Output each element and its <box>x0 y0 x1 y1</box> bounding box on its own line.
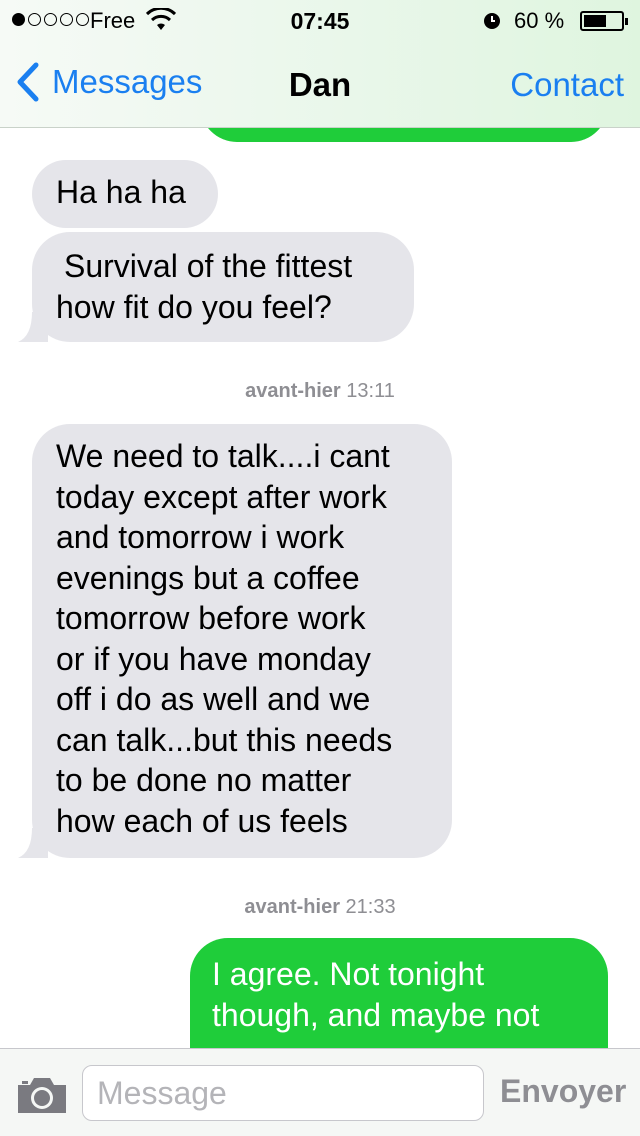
status-bar: Free 07:45 60 % <box>0 0 640 40</box>
message-text-line: how fit do you feel? <box>56 288 332 325</box>
message-text-line: evenings but a coffee <box>56 559 360 596</box>
alarm-icon <box>484 13 500 29</box>
message-text-line: I agree. Not tonight <box>212 956 485 992</box>
message-text-line: though, and maybe not <box>212 996 540 1033</box>
message-thread[interactable]: Ha ha ha Survival of the fittest how fit… <box>0 128 640 1048</box>
timestamp-time: 21:33 <box>345 896 396 918</box>
camera-icon[interactable] <box>16 1075 68 1115</box>
incoming-message-bubble[interactable]: Survival of the fittest how fit do you f… <box>18 232 414 342</box>
message-text-line: off i do as well and we <box>56 681 371 717</box>
message-text-line: how each of us feels <box>56 802 348 839</box>
battery-icon <box>580 11 628 31</box>
incoming-message-bubble[interactable]: We need to talk....i cant today except a… <box>18 424 452 858</box>
message-text: Ha ha ha <box>56 174 186 210</box>
timestamp-day: avant-hier <box>244 896 340 918</box>
message-input[interactable] <box>82 1065 484 1121</box>
incoming-message-bubble[interactable]: Ha ha ha <box>32 160 218 228</box>
message-text-line: to be done no matter <box>56 762 352 798</box>
outgoing-message-bubble[interactable]: I agree. Not tonight though, and maybe n… <box>190 938 608 1048</box>
message-text-line: tomorrow before work <box>56 600 366 636</box>
send-button[interactable]: Envoyer <box>500 1073 626 1110</box>
contact-button[interactable]: Contact <box>510 66 624 104</box>
battery-percent: 60 % <box>514 8 565 33</box>
outgoing-message-bubble-cut <box>200 128 608 142</box>
message-text-line: Survival of the fittest <box>64 248 353 284</box>
bubble-tail <box>18 312 48 342</box>
timestamp: avant-hier 21:33 <box>0 896 640 919</box>
message-text-line: and tomorrow i work <box>56 519 345 555</box>
message-text-line: or if you have monday <box>56 640 371 677</box>
message-text-line: We need to talk....i cant <box>56 438 390 474</box>
timestamp-time: 13:11 <box>346 380 395 402</box>
timestamp-day: avant-hier <box>245 380 341 402</box>
message-text-line: today except after work <box>56 478 387 515</box>
bubble-tail <box>18 828 48 858</box>
timestamp: avant-hier 13:11 <box>0 380 640 403</box>
navigation-bar: Messages Dan Contact <box>0 40 640 128</box>
message-input-bar: Envoyer <box>0 1048 640 1136</box>
message-text-line: can talk...but this needs <box>56 721 393 758</box>
top-bar: Free 07:45 60 % Messages Dan Contact <box>0 0 640 128</box>
